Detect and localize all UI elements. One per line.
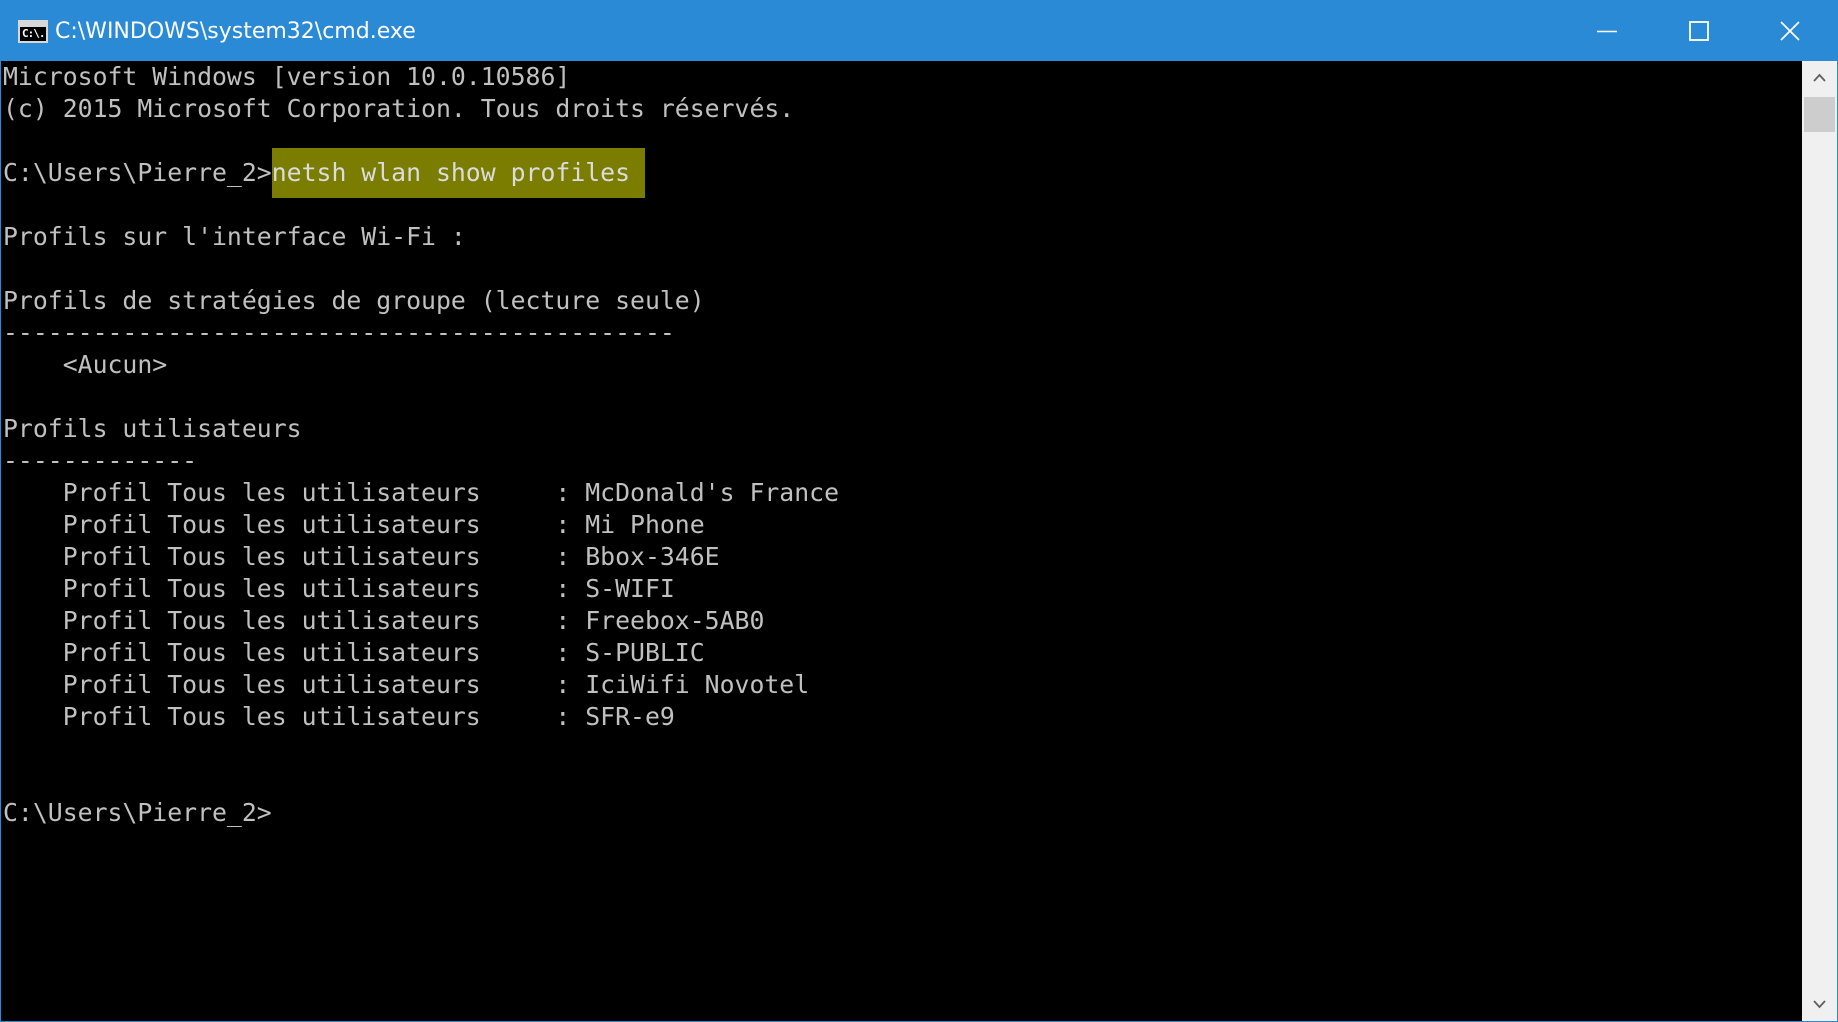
console-line: (c) 2015 Microsoft Corporation. Tous dro… (3, 94, 795, 123)
profile-line: Profil Tous les utilisateurs : Freebox-5… (3, 606, 765, 635)
console-line: Profils sur l'interface Wi-Fi : (3, 222, 466, 251)
command-prompt: C:\Users\Pierre_2> (3, 158, 272, 187)
profile-line: Profil Tous les utilisateurs : S-WIFI (3, 574, 675, 603)
console-line: Profils de stratégies de groupe (lecture… (3, 286, 705, 315)
console-line: ----------------------------------------… (3, 318, 675, 347)
maximize-icon (1689, 21, 1709, 41)
chevron-up-icon (1813, 73, 1826, 82)
app-icon-label: C:\. (22, 27, 45, 40)
maximize-button[interactable] (1653, 1, 1745, 61)
cmd-app-icon[interactable]: C:\. (18, 20, 48, 43)
console-line: Microsoft Windows [version 10.0.10586] (3, 62, 571, 91)
close-button[interactable] (1745, 1, 1837, 61)
profile-line: Profil Tous les utilisateurs : IciWifi N… (3, 670, 810, 699)
scroll-thumb[interactable] (1804, 97, 1835, 132)
close-icon (1780, 21, 1800, 41)
window-title: C:\WINDOWS\system32\cmd.exe (55, 19, 416, 44)
scroll-up-button[interactable] (1802, 61, 1837, 95)
cmd-window: C:\. C:\WINDOWS\system32\cmd.exe Microso… (0, 0, 1838, 1022)
profile-line: Profil Tous les utilisateurs : SFR-e9 (3, 702, 675, 731)
profile-line: Profil Tous les utilisateurs : Mi Phone (3, 510, 705, 539)
console-output[interactable]: Microsoft Windows [version 10.0.10586] (… (1, 61, 1802, 1021)
console-line: ------------- (3, 446, 198, 475)
console-line-command: C:\Users\Pierre_2>netsh wlan show profil… (3, 148, 646, 198)
chevron-down-icon (1813, 1000, 1826, 1009)
console-line-prompt: C:\Users\Pierre_2> (3, 798, 272, 827)
minimize-button[interactable] (1561, 1, 1653, 61)
highlighted-command: netsh wlan show profiles (271, 148, 646, 198)
minimize-icon (1597, 30, 1617, 33)
scroll-down-button[interactable] (1802, 987, 1837, 1021)
vertical-scrollbar[interactable] (1802, 61, 1837, 1021)
profile-line: Profil Tous les utilisateurs : S-PUBLIC (3, 638, 705, 667)
profile-line: Profil Tous les utilisateurs : Bbox-346E (3, 542, 720, 571)
title-bar[interactable]: C:\. C:\WINDOWS\system32\cmd.exe (1, 1, 1837, 61)
console-line: Profils utilisateurs (3, 414, 302, 443)
profile-line: Profil Tous les utilisateurs : McDonald'… (3, 478, 840, 507)
console-line: <Aucun> (3, 350, 168, 379)
